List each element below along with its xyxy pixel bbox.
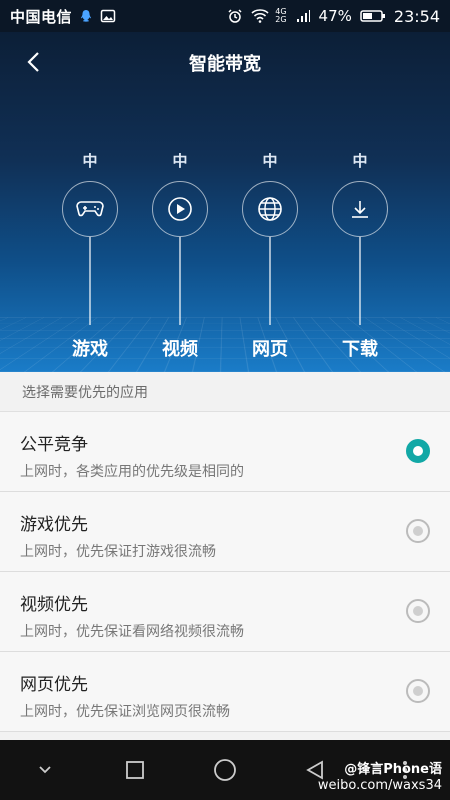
battery-icon xyxy=(360,8,386,24)
battery-percent: 47% xyxy=(318,7,352,25)
connector-line xyxy=(179,237,181,325)
hero-header: 智能带宽 中 游戏 中 视频 中 网页 中 下载 xyxy=(0,32,450,372)
option-description: 上网时，优先保证浏览网页很流畅 xyxy=(20,704,230,720)
option-web-priority[interactable]: 网页优先 上网时，优先保证浏览网页很流畅 xyxy=(0,652,450,732)
alarm-icon xyxy=(227,8,243,24)
status-bar: 中国电信 4G 2G 47% 23:54 xyxy=(0,0,450,32)
network-type: 4G 2G xyxy=(275,7,287,24)
weibo-watermark: @锋言Phone语 weibo.com/waxs34 xyxy=(318,762,442,794)
watermark-handle: @锋言Phone语 xyxy=(344,762,442,777)
qq-icon xyxy=(78,8,94,24)
connector-line xyxy=(89,237,91,325)
priority-options-list: 公平竞争 上网时，各类应用的优先级是相同的 游戏优先 上网时，优先保证打游戏很流… xyxy=(0,412,450,732)
category-download: 中 下载 xyxy=(330,150,390,361)
radio-button-selected[interactable] xyxy=(406,439,430,463)
category-video: 中 视频 xyxy=(150,150,210,361)
time: 23:54 xyxy=(393,6,440,26)
nav-home-button[interactable] xyxy=(211,756,239,784)
nav-recent-apps-button[interactable] xyxy=(121,756,149,784)
page-title: 智能带宽 xyxy=(189,54,261,75)
radio-button[interactable] xyxy=(406,679,430,703)
gallery-icon xyxy=(100,8,116,24)
circle-icon xyxy=(214,759,236,781)
category-label: 游戏 xyxy=(72,339,108,360)
globe-icon xyxy=(242,181,298,237)
radio-dot xyxy=(413,606,423,616)
radio-button[interactable] xyxy=(406,599,430,623)
level-label: 中 xyxy=(262,152,278,170)
system-navigation-bar: @锋言Phone语 weibo.com/waxs34 xyxy=(0,740,450,800)
category-game: 中 游戏 xyxy=(60,150,120,361)
category-label: 视频 xyxy=(162,339,198,360)
option-video-priority[interactable]: 视频优先 上网时，优先保证看网络视频很流畅 xyxy=(0,572,450,652)
level-label: 中 xyxy=(82,152,98,170)
option-title: 公平竞争 xyxy=(20,435,88,455)
radio-dot xyxy=(413,526,423,536)
option-description: 上网时，优先保证看网络视频很流畅 xyxy=(20,624,244,640)
download-icon xyxy=(332,181,388,237)
connector-line xyxy=(269,237,271,325)
connector-line xyxy=(359,237,361,325)
level-label: 中 xyxy=(352,152,368,170)
square-icon xyxy=(126,761,144,779)
option-description: 上网时，各类应用的优先级是相同的 xyxy=(20,464,244,480)
gamepad-icon xyxy=(62,181,118,237)
wifi-icon xyxy=(251,8,269,24)
play-circle-icon xyxy=(152,181,208,237)
chevron-down-icon xyxy=(39,766,51,774)
option-game-priority[interactable]: 游戏优先 上网时，优先保证打游戏很流畅 xyxy=(0,492,450,572)
radio-dot xyxy=(413,686,423,696)
signal-icon xyxy=(295,8,311,24)
option-title: 网页优先 xyxy=(20,675,88,695)
nav-back-button[interactable] xyxy=(31,756,59,784)
radio-button[interactable] xyxy=(406,519,430,543)
radio-dot xyxy=(413,446,423,456)
option-title: 视频优先 xyxy=(20,595,88,615)
option-description: 上网时，优先保证打游戏很流畅 xyxy=(20,544,216,560)
option-fair[interactable]: 公平竞争 上网时，各类应用的优先级是相同的 xyxy=(0,412,450,492)
category-web: 中 网页 xyxy=(240,150,300,361)
option-title: 游戏优先 xyxy=(20,515,88,535)
section-title: 选择需要优先的应用 xyxy=(0,372,450,412)
category-label: 下载 xyxy=(342,339,378,360)
watermark-url: weibo.com/waxs34 xyxy=(317,778,442,793)
category-label: 网页 xyxy=(252,339,288,360)
carrier-name: 中国电信 xyxy=(10,7,73,26)
level-label: 中 xyxy=(172,152,188,170)
